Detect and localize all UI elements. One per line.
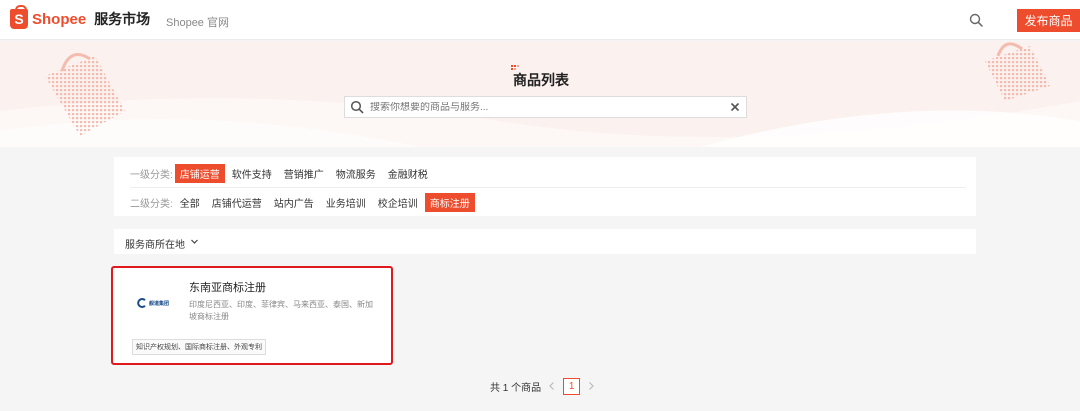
category-finance-tax[interactable]: 金融财税 bbox=[383, 164, 433, 183]
provider-logo-icon bbox=[137, 298, 146, 308]
banner-background-decoration bbox=[0, 42, 1080, 147]
provider-logo-text: 舰道集团 bbox=[149, 300, 170, 307]
category-store-operation[interactable]: 店铺运营 bbox=[174, 164, 225, 183]
shopee-bag-icon: S bbox=[10, 5, 28, 29]
divider bbox=[130, 187, 966, 188]
provider-logo: 舰道集团 bbox=[137, 297, 177, 309]
chevron-right-icon[interactable] bbox=[586, 381, 596, 391]
product-title[interactable]: 东南亚商标注册 bbox=[189, 279, 266, 295]
search-icon[interactable] bbox=[969, 13, 983, 27]
subcategory-store-agency[interactable]: 店铺代运营 bbox=[207, 193, 267, 212]
subcategory-onsite-ads[interactable]: 站内广告 bbox=[269, 193, 319, 212]
category-logistics[interactable]: 物流服务 bbox=[331, 164, 381, 183]
logo[interactable]: S Shopee 服务市场 bbox=[10, 5, 151, 29]
subcategory-business-training[interactable]: 业务培训 bbox=[321, 193, 371, 212]
subcategory-all[interactable]: 全部 bbox=[175, 193, 205, 212]
subcategory-school-training[interactable]: 校企培训 bbox=[373, 193, 423, 212]
search-input[interactable] bbox=[370, 101, 730, 113]
level1-category-label: 一级分类: bbox=[130, 170, 173, 181]
product-description: 印度尼西亚、印度、菲律宾、马来西亚、泰国、新加坡商标注册 bbox=[189, 300, 373, 321]
pagination: 共 1 个商品 1 bbox=[490, 377, 602, 395]
category-software-support[interactable]: 软件支持 bbox=[227, 164, 277, 183]
shopee-bag-decoration-right bbox=[985, 42, 1050, 101]
location-filter[interactable]: 服务商所在地 bbox=[114, 229, 976, 254]
search-box[interactable] bbox=[344, 96, 747, 118]
official-site-link[interactable]: Shopee 官网 bbox=[166, 14, 229, 30]
page-button-current[interactable]: 1 bbox=[563, 377, 581, 395]
product-tag: 知识产权规划、国际商标注册、外观专利 bbox=[132, 339, 266, 355]
level2-category-row: 二级分类: 全部 店铺代运营 站内广告 业务培训 校企培训 商标注册 bbox=[130, 193, 477, 212]
brand-name: Shopee bbox=[32, 10, 87, 28]
level2-category-label: 二级分类: bbox=[130, 199, 173, 210]
subcategory-trademark[interactable]: 商标注册 bbox=[424, 193, 475, 212]
page-title: 商品列表 bbox=[513, 72, 569, 88]
category-marketing[interactable]: 营销推广 bbox=[279, 164, 329, 183]
chevron-left-icon[interactable] bbox=[547, 381, 557, 391]
banner: 商品列表 bbox=[0, 41, 1080, 147]
market-name: 服务市场 bbox=[94, 11, 151, 27]
total-count: 共 1 个商品 bbox=[490, 382, 542, 394]
search-icon bbox=[350, 100, 364, 114]
close-icon[interactable] bbox=[729, 101, 741, 113]
publish-product-button[interactable]: 发布商品 bbox=[1017, 9, 1080, 32]
product-card[interactable]: 舰道集团 东南亚商标注册 印度尼西亚、印度、菲律宾、马来西亚、泰国、新加坡商标注… bbox=[111, 266, 393, 365]
location-filter-label: 服务商所在地 bbox=[125, 240, 185, 251]
category-filter-panel: 一级分类: 店铺运营 软件支持 营销推广 物流服务 金融财税 二级分类: 全部 … bbox=[114, 157, 976, 216]
top-navbar: S Shopee 服务市场 Shopee 官网 发布商品 bbox=[0, 0, 1080, 40]
level1-category-row: 一级分类: 店铺运营 软件支持 营销推广 物流服务 金融财税 bbox=[130, 164, 435, 183]
chevron-down-icon bbox=[191, 239, 198, 244]
